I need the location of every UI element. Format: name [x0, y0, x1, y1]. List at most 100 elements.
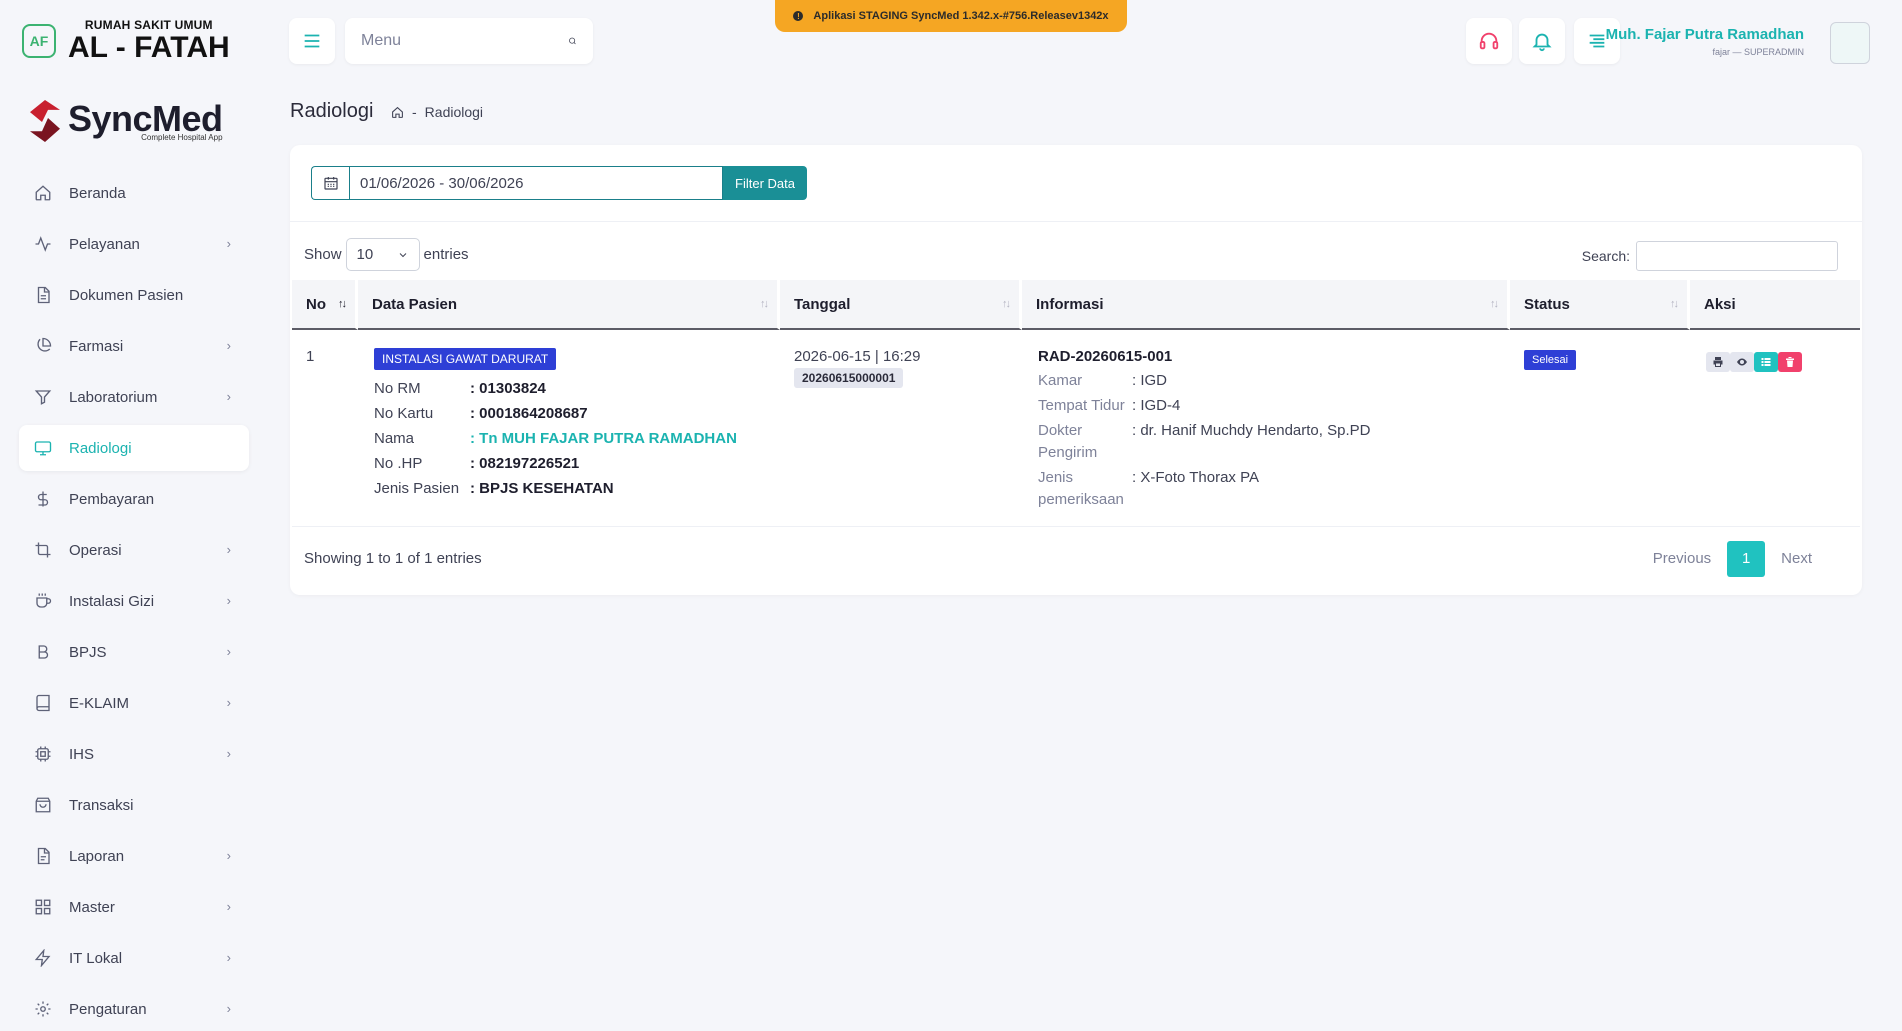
search-icon[interactable]: [568, 30, 577, 52]
sidebar: AF RUMAH SAKIT UMUM AL - FATAH SyncMed C…: [0, 0, 264, 1031]
home-icon[interactable]: [391, 106, 404, 119]
sidebar-item-pembayaran[interactable]: Pembayaran: [19, 476, 249, 522]
table-search-input[interactable]: [1636, 241, 1838, 271]
previous-page-button[interactable]: Previous: [1637, 541, 1727, 577]
sidebar-item-label: Laboratorium: [69, 388, 158, 406]
unit-badge: INSTALASI GAWAT DARURAT: [374, 348, 557, 370]
page-length-value: 10: [356, 246, 374, 263]
brand-logo[interactable]: SyncMed Complete Hospital App: [28, 98, 223, 144]
sidebar-item-label: Pengaturan: [69, 1000, 147, 1018]
hospital-header: AF RUMAH SAKIT UMUM AL - FATAH: [22, 18, 230, 64]
menu-toggle-button[interactable]: [289, 18, 335, 64]
printer-icon: [1713, 357, 1723, 367]
sidebar-nav: Beranda Pelayanan › Dokumen Pasien Farmasi › L…: [19, 170, 249, 1031]
table-info: Showing 1 to 1 of 1 entries: [304, 550, 482, 567]
table-header-row: No ↑↓ Data Pasien ↑↓ Tanggal ↑↓ Informasi ↑↓…: [292, 280, 1860, 330]
room-value: : IGD: [1132, 372, 1168, 389]
staging-banner: ! Aplikasi STAGING SyncMed 1.342.x-#756.…: [775, 0, 1127, 32]
sidebar-item-beranda[interactable]: Beranda: [19, 170, 249, 216]
delete-button[interactable]: [1778, 352, 1802, 372]
sidebar-item-label: Beranda: [69, 184, 126, 202]
filter-data-button[interactable]: Filter Data: [723, 166, 807, 200]
chevron-right-icon: ›: [226, 746, 231, 761]
chevron-right-icon: ›: [226, 338, 231, 353]
sidebar-item-farmasi[interactable]: Farmasi ›: [19, 323, 249, 369]
bed-value: : IGD-4: [1132, 397, 1181, 414]
page-length-select[interactable]: 10: [345, 238, 420, 271]
page-1-button[interactable]: 1: [1727, 541, 1766, 577]
registration-code: 20260615000001: [794, 368, 904, 388]
dollar-icon: [33, 489, 53, 509]
avatar[interactable]: [1830, 22, 1870, 64]
column-header-data-pasien[interactable]: Data Pasien ↑↓: [358, 280, 780, 330]
column-header-aksi: Aksi: [1690, 280, 1860, 330]
sidebar-item-operasi[interactable]: Operasi ›: [19, 527, 249, 573]
column-header-status[interactable]: Status ↑↓: [1510, 280, 1690, 330]
sidebar-item-label: Pembayaran: [69, 490, 155, 508]
user-info[interactable]: Muh. Fajar Putra Ramadhan fajar — SUPERA…: [1606, 26, 1804, 57]
chevron-down-icon: [399, 252, 406, 257]
hospital-name: AL - FATAH: [68, 31, 230, 64]
next-page-button[interactable]: Next: [1765, 541, 1828, 577]
sidebar-item-e-klaim[interactable]: E-KLAIM ›: [19, 680, 249, 726]
show-label: Show: [304, 246, 342, 263]
no-kartu-value: : 0001864208687: [470, 405, 588, 422]
hospital-logo: AF: [22, 24, 56, 58]
sidebar-item-bpjs[interactable]: BPJS ›: [19, 629, 249, 675]
column-header-tanggal[interactable]: Tanggal ↑↓: [780, 280, 1022, 330]
chevron-right-icon: ›: [226, 950, 231, 965]
sidebar-item-it-lokal[interactable]: IT Lokal ›: [19, 935, 249, 981]
sidebar-item-pelayanan[interactable]: Pelayanan ›: [19, 221, 249, 267]
cell-status: Selesai: [1510, 330, 1690, 527]
menu-search[interactable]: [345, 18, 593, 64]
monitor-icon: [33, 438, 53, 458]
breadcrumb-current: Radiologi: [424, 104, 484, 120]
pie-chart-icon: [33, 336, 53, 356]
date-filter: Filter Data: [311, 166, 807, 200]
cell-no: 1: [292, 330, 358, 527]
sidebar-item-pengaturan[interactable]: Pengaturan ›: [19, 986, 249, 1031]
detail-list-button[interactable]: [1754, 352, 1778, 372]
exam-datetime: 2026-06-15 | 16:29: [794, 348, 921, 365]
sidebar-item-label: IHS: [69, 745, 95, 763]
entries-label: entries: [423, 246, 469, 263]
sidebar-item-dokumen-pasien[interactable]: Dokumen Pasien: [19, 272, 249, 318]
sidebar-item-label: Farmasi: [69, 337, 124, 355]
sidebar-item-master[interactable]: Master ›: [19, 884, 249, 930]
chevron-right-icon: ›: [226, 695, 231, 710]
table-search: Search:: [1582, 241, 1838, 271]
sidebar-item-laporan[interactable]: Laporan ›: [19, 833, 249, 879]
table-row: 1 INSTALASI GAWAT DARURAT No RM: 0130382…: [292, 330, 1860, 527]
sidebar-item-instalasi-gizi[interactable]: Instalasi Gizi ›: [19, 578, 249, 624]
sort-asc-icon: ↑↓: [338, 298, 347, 310]
grid-icon: [33, 897, 53, 917]
sidebar-item-radiologi[interactable]: Radiologi: [19, 425, 249, 471]
menu-search-input[interactable]: [361, 32, 568, 50]
breadcrumb: - Radiologi: [391, 104, 483, 120]
page-title: Radiologi: [290, 100, 374, 122]
view-button[interactable]: [1730, 352, 1754, 372]
shopping-bag-icon: [33, 795, 53, 815]
crop-icon: [33, 540, 53, 560]
user-role: fajar — SUPERADMIN: [1712, 47, 1804, 57]
sidebar-item-transaksi[interactable]: Transaksi: [19, 782, 249, 828]
sidebar-item-ihs[interactable]: IHS ›: [19, 731, 249, 777]
notification-button[interactable]: [1519, 18, 1565, 64]
sidebar-item-laboratorium[interactable]: Laboratorium ›: [19, 374, 249, 420]
column-header-no[interactable]: No ↑↓: [292, 280, 358, 330]
user-name: Muh. Fajar Putra Ramadhan: [1605, 26, 1804, 43]
chevron-right-icon: ›: [226, 644, 231, 659]
cell-informasi: RAD-20260615-001 Kamar: IGD Tempat Tidur…: [1022, 330, 1510, 527]
print-button[interactable]: [1706, 352, 1730, 372]
sidebar-item-label: Operasi: [69, 541, 122, 559]
chevron-right-icon: ›: [226, 848, 231, 863]
chevron-right-icon: ›: [226, 389, 231, 404]
staging-text: Aplikasi STAGING SyncMed 1.342.x-#756.Re…: [813, 10, 1109, 22]
support-button[interactable]: [1466, 18, 1512, 64]
info-icon: !: [793, 11, 804, 21]
no-rm-value: : 01303824: [470, 380, 546, 397]
patient-name-link[interactable]: : Tn MUH FAJAR PUTRA RAMADHAN: [470, 426, 737, 451]
date-range-input[interactable]: [349, 166, 723, 200]
calendar-button[interactable]: [311, 166, 349, 200]
column-header-informasi[interactable]: Informasi ↑↓: [1022, 280, 1510, 330]
